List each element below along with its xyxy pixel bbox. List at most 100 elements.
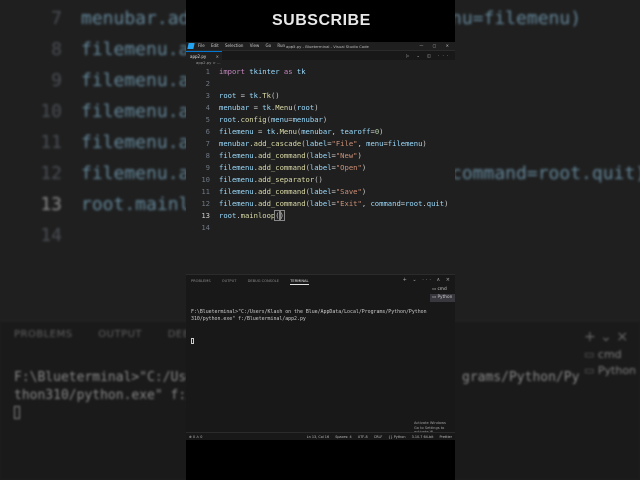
line-code: filemenu.add_command(label="Save") (219, 186, 366, 198)
token: = (253, 127, 267, 136)
token: filemenu (219, 127, 254, 136)
bg-line-number: 10 (40, 101, 62, 122)
token: menubar (219, 139, 250, 148)
terminal-list: ▭ cmd ▭ Python (430, 286, 455, 302)
bottom-panel: PROBLEMS OUTPUT DEBUG CONSOLE TERMINAL +… (186, 274, 455, 434)
window-controls[interactable]: — ▢ ✕ (419, 43, 453, 48)
token: ) (357, 151, 362, 160)
bg-line-number: 11 (40, 132, 62, 153)
status-encoding[interactable]: UTF-8 (358, 435, 368, 439)
code-line: 11 filemenu.add_command(label="Save") (186, 186, 455, 198)
terminal-item-python[interactable]: ▭ Python (430, 294, 455, 302)
tab-debug-console[interactable]: DEBUG CONSOLE (248, 279, 279, 283)
bracket-match: ( (274, 210, 281, 221)
line-number: 14 (201, 223, 210, 232)
menu-file[interactable]: File (198, 43, 205, 48)
terminal-text: F:\Blueterminal>"C:/Users/Klash on the B… (191, 309, 427, 322)
vscode-window: File Edit Selection View Go Run ... app2… (186, 42, 455, 440)
line-number: 8 (205, 151, 210, 160)
code-line: 7 menubar.add_cascade(label="File", menu=… (186, 138, 455, 150)
bg-line-text-b: command=root.quit) (451, 163, 640, 184)
token: label (309, 187, 332, 196)
line-number: 4 (205, 103, 210, 112)
token: tk (249, 91, 258, 100)
tab-app2-py[interactable]: app2.py × (186, 51, 222, 60)
tab-terminal[interactable]: TERMINAL (290, 279, 309, 285)
terminal-output[interactable]: F:\Blueterminal>"C:/Users/Klash on the B… (191, 295, 427, 361)
token: filemenu (219, 187, 254, 196)
token: root (405, 199, 423, 208)
bg-line-text-a: menubar.ad (81, 8, 190, 29)
line-number: 7 (205, 139, 210, 148)
status-indentation[interactable]: Spaces: 4 (335, 435, 351, 439)
token: add_command (257, 163, 306, 172)
window-title: app2.py - Blueterminal - Visual Studio C… (286, 43, 369, 49)
breadcrumb[interactable]: app2.py > ... (196, 60, 221, 65)
code-editor[interactable]: 1 import tkinter as tk 2 3 root = tk.Tk() … (186, 66, 455, 276)
editor-actions[interactable]: ▷ ⌄ ◫ ··· (406, 53, 451, 58)
token: filemenu (387, 139, 423, 148)
bg-line-text-a: filemenu.a (81, 39, 190, 60)
bg-terminal-item-cmd: cmd (597, 348, 622, 361)
token: tk (292, 67, 306, 76)
token: add_separator (257, 175, 315, 184)
menu-go[interactable]: Go (266, 43, 272, 48)
token: ) (361, 187, 367, 196)
token: "Open" (335, 163, 362, 172)
token: () (314, 175, 323, 184)
menu-view[interactable]: View (250, 43, 260, 48)
tab-problems[interactable]: PROBLEMS (191, 279, 211, 283)
token: Menu (275, 103, 293, 112)
bg-line-text: menubar.ad nu=filemenu) (81, 8, 581, 29)
status-prettier[interactable]: Prettier (440, 435, 452, 439)
terminal-cursor (191, 338, 194, 344)
token: ) (422, 139, 427, 148)
token: = (249, 103, 263, 112)
token: filemenu (219, 163, 254, 172)
token: , (357, 139, 367, 148)
token: import (219, 67, 245, 76)
status-language[interactable]: {} Python (388, 435, 405, 439)
line-code: filemenu.add_command(label="Exit", comma… (219, 198, 448, 210)
status-eol[interactable]: CRLF (374, 435, 383, 439)
line-number: 6 (205, 127, 210, 136)
token: menubar (292, 115, 323, 124)
close-icon[interactable]: × (216, 54, 219, 59)
token: label (309, 151, 332, 160)
code-line: 2 (186, 78, 455, 90)
line-code: filemenu.add_command(label="Open") (219, 162, 366, 174)
token: ) (361, 163, 367, 172)
tab-output[interactable]: OUTPUT (222, 279, 237, 283)
status-problems[interactable]: ⊗ 0 ⚠ 0 (189, 435, 202, 439)
editor-tab-bar: app2.py × ▷ ⌄ ◫ ··· (186, 51, 455, 60)
status-right: Ln 13, Col 16 Spaces: 4 UTF-8 CRLF {} Py… (302, 435, 452, 439)
terminal-item-cmd[interactable]: ▭ cmd (430, 286, 455, 294)
vscode-logo-icon (187, 43, 195, 49)
token: "File" (331, 139, 358, 148)
code-line-active: 13 root.mainloop() (186, 210, 455, 222)
line-code: root.config(menu=menubar) (219, 114, 327, 126)
panel-actions[interactable]: + ⌄ ··· ∧ × (403, 277, 452, 283)
menu-run[interactable]: Run (277, 43, 285, 48)
bg-terminal-item-python: Python (597, 364, 637, 377)
bg-line-text-a: root.mainl (81, 194, 190, 215)
line-number: 1 (205, 67, 210, 76)
tab-label: app2.py (190, 54, 207, 59)
menu-edit[interactable]: Edit (211, 43, 219, 48)
status-bar: ⊗ 0 ⚠ 0 Ln 13, Col 16 Spaces: 4 UTF-8 CR… (186, 432, 455, 440)
line-code: filemenu = tk.Menu(menubar, tearoff=0) (219, 126, 383, 138)
token: "Exit" (335, 199, 362, 208)
title-bar: File Edit Selection View Go Run ... app2… (186, 42, 455, 51)
token: Menu (279, 127, 297, 136)
status-cursor-position[interactable]: Ln 13, Col 16 (307, 435, 329, 439)
token: label (309, 199, 332, 208)
menu-selection[interactable]: Selection (225, 43, 243, 48)
bg-terminal-text: F:\Blueterminal>"C:/User grams/Python/Py … (14, 369, 579, 425)
line-number: 5 (205, 115, 210, 124)
bg-terminal-list: ▭ cmd ▭ Python (584, 348, 637, 377)
line-number: 9 (205, 163, 210, 172)
status-interpreter[interactable]: 3.10.7 64-bit (412, 435, 434, 439)
code-line: 1 import tkinter as tk (186, 66, 455, 78)
line-code: root = tk.Tk() (219, 90, 280, 102)
token: tk (266, 127, 276, 136)
